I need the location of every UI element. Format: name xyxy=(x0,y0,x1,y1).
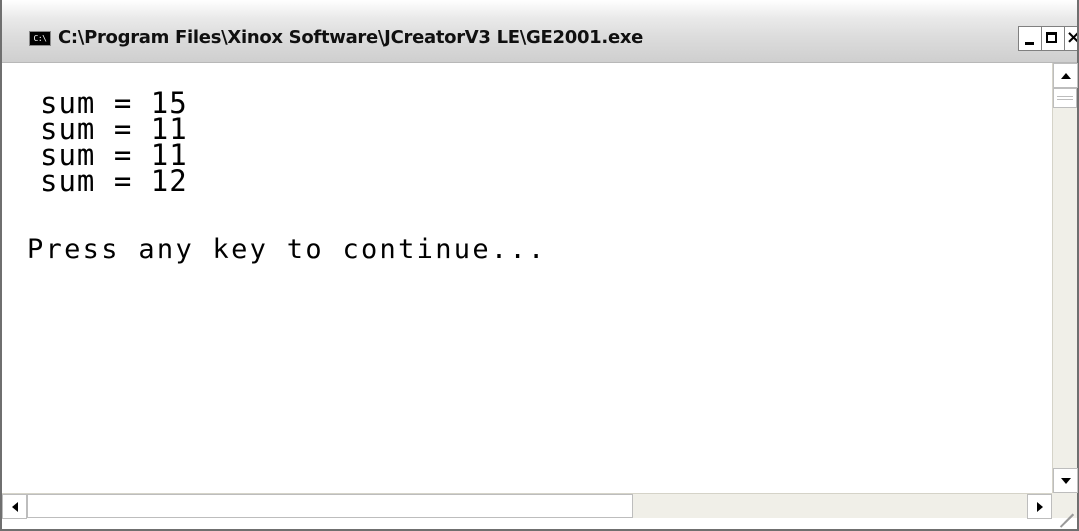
close-button[interactable]: × xyxy=(1064,26,1077,51)
scroll-left-button[interactable] xyxy=(2,494,27,519)
arrow-up-icon xyxy=(1061,73,1071,79)
console-icon-text: C:\ xyxy=(33,34,47,43)
console-icon[interactable]: C:\ xyxy=(29,31,51,46)
output-line: sum = 12 xyxy=(40,164,188,198)
minimize-icon xyxy=(1025,42,1034,45)
resize-grip-icon[interactable] xyxy=(1052,493,1077,528)
window-title: C:\Program Files\Xinox Software\JCreator… xyxy=(58,27,644,48)
close-icon: × xyxy=(1066,28,1077,48)
arrow-left-icon xyxy=(12,502,18,512)
scroll-right-button[interactable] xyxy=(1027,494,1052,519)
horizontal-scroll-thumb[interactable] xyxy=(27,494,633,518)
scroll-down-button[interactable] xyxy=(1053,468,1078,493)
continue-prompt: Press any key to continue... xyxy=(27,234,547,265)
maximize-button[interactable] xyxy=(1041,26,1065,51)
scroll-up-button[interactable] xyxy=(1053,63,1078,88)
console-window: C:\ C:\Program Files\Xinox Software\JCre… xyxy=(0,0,1079,531)
arrow-down-icon xyxy=(1061,478,1071,484)
title-bar[interactable]: C:\ C:\Program Files\Xinox Software\JCre… xyxy=(2,0,1077,63)
minimize-button[interactable] xyxy=(1018,26,1042,51)
vertical-scroll-thumb[interactable] xyxy=(1053,88,1077,108)
horizontal-scrollbar[interactable] xyxy=(2,493,1052,519)
maximize-icon xyxy=(1046,32,1057,43)
arrow-right-icon xyxy=(1037,502,1043,512)
vertical-scrollbar[interactable] xyxy=(1052,63,1078,493)
console-output[interactable]: sum = 15 sum = 11 sum = 11 sum = 12 Pres… xyxy=(2,63,1052,493)
